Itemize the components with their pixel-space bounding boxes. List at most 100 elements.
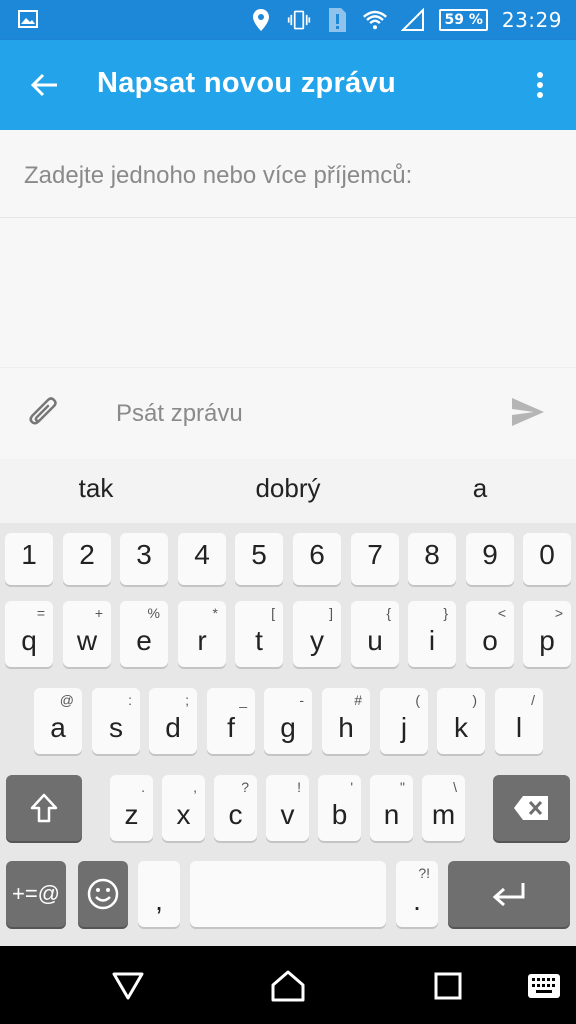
number-key[interactable]: 8 [408,533,456,585]
key-label: y [310,625,324,656]
recipients-input[interactable] [24,154,544,198]
key-label: k [454,712,468,743]
number-key[interactable]: 7 [351,533,399,585]
arrow-left-icon [31,73,57,97]
send-icon [512,398,544,426]
number-key[interactable]: 9 [466,533,514,585]
shift-key[interactable] [6,775,82,841]
keyboard: +=@ , ?! . 1 2 3 4 5 6 7 8 9 0 = q + w% e * r[t] y{u} i < o >… [0,523,576,946]
number-key[interactable]: 1 [5,533,53,585]
suggestion-item[interactable]: a [410,473,550,504]
more-vert-icon [537,72,543,98]
letter-key-p[interactable]: > p [523,601,571,667]
letter-key-l[interactable]: / l [495,688,543,754]
backspace-key[interactable] [493,775,570,841]
letter-key-w[interactable]: + w [63,601,111,667]
period-alt-label: ?! [418,865,430,881]
backspace-icon [514,796,548,820]
key-alt-label: : [128,692,132,708]
key-label: 2 [79,539,95,570]
letter-key-i[interactable]: } i [408,601,456,667]
battery-level: 59 % [444,12,483,28]
comma-key[interactable]: , [138,861,180,927]
keyboard-switch-button[interactable] [522,964,566,1008]
letter-key-u[interactable]: {u [351,601,399,667]
key-alt-label: = [36,605,45,621]
more-options-button[interactable] [522,63,558,107]
letter-key-t[interactable]: [t [235,601,283,667]
letter-key-q[interactable]: = q [5,601,53,667]
app-bar: Napsat novou zprávu [0,40,576,130]
letter-key-r[interactable]: * r [178,601,226,667]
letter-key-b[interactable]: ' b [318,775,361,841]
key-alt-label: - [299,692,304,708]
number-key[interactable]: 6 [293,533,341,585]
letter-key-z[interactable]: .z [110,775,153,841]
send-button[interactable] [510,396,550,432]
battery-icon: 59 % [439,9,488,31]
key-alt-label: ( [415,692,420,708]
wifi-icon [363,8,388,32]
page-title: Napsat novou zprávu [97,67,396,99]
letter-key-d[interactable]: ; d [149,688,197,754]
key-label: x [176,799,191,830]
letter-key-o[interactable]: < o [466,601,514,667]
attach-button[interactable] [24,394,64,434]
key-alt-label: @ [59,692,74,708]
home-nav-button[interactable] [266,964,310,1008]
enter-key[interactable] [448,861,570,927]
suggestion-item[interactable]: tak [26,473,166,504]
shift-icon [30,793,58,823]
emoji-key[interactable] [78,861,128,927]
triangle-back-icon [112,972,144,1000]
back-button[interactable] [20,63,70,107]
letter-key-v[interactable]: ! v [266,775,309,841]
symbols-key[interactable]: +=@ [6,861,66,927]
key-label: w [76,625,98,656]
key-alt-label: , [193,779,197,795]
letter-key-a[interactable]: @ a [34,688,82,754]
key-alt-label: + [94,605,103,621]
key-label: d [165,712,181,743]
message-input[interactable] [116,394,486,434]
letter-key-j[interactable]: (j [380,688,428,754]
key-label: 7 [367,539,383,570]
vibrate-icon [287,8,311,32]
key-label: u [367,625,383,656]
recents-nav-button[interactable] [426,964,470,1008]
letter-key-h[interactable]: # h [322,688,370,754]
key-label: 8 [424,539,440,570]
key-label: a [50,712,66,743]
key-alt-label: ; [185,692,189,708]
period-key[interactable]: ?! . [396,861,438,927]
key-alt-label: " [400,779,405,795]
key-label: f [227,712,235,743]
number-key[interactable]: 0 [523,533,571,585]
back-nav-button[interactable] [106,964,150,1008]
number-key[interactable]: 2 [63,533,111,585]
key-label: 6 [309,539,325,570]
letter-key-e[interactable]: % e [120,601,168,667]
letter-key-n[interactable]: " n [370,775,413,841]
letter-key-k[interactable]: ) k [437,688,485,754]
letter-key-g[interactable]: -g [264,688,312,754]
key-label: r [197,625,207,656]
letter-key-c[interactable]: ? c [214,775,257,841]
number-key[interactable]: 3 [120,533,168,585]
number-key[interactable]: 5 [235,533,283,585]
letter-key-m[interactable]: \ m [422,775,465,841]
letter-key-x[interactable]: ,x [162,775,205,841]
key-alt-label: [ [271,605,275,621]
suggestion-item[interactable]: dobrý [218,473,358,504]
image-icon [18,10,38,28]
key-alt-label: # [354,692,362,708]
emoji-icon [87,878,119,910]
square-recents-icon [434,972,462,1000]
space-key[interactable] [190,861,386,927]
key-alt-label: % [147,605,160,621]
number-key[interactable]: 4 [178,533,226,585]
keyboard-icon [528,974,560,998]
letter-key-y[interactable]: ] y [293,601,341,667]
letter-key-s[interactable]: :s [92,688,140,754]
letter-key-f[interactable]: _ f [207,688,255,754]
